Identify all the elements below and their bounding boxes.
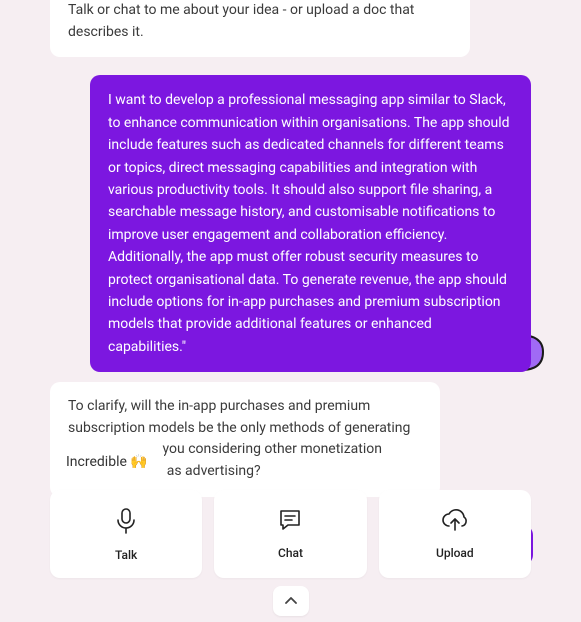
chat-icon	[278, 508, 302, 532]
reaction-text: Incredible 🙌	[66, 454, 148, 470]
assistant-message: Talk or chat to me about your idea - or …	[50, 0, 470, 57]
chevron-up-icon	[285, 593, 297, 609]
chat-button[interactable]: Chat	[214, 490, 366, 578]
action-row: Talk Chat Upload	[50, 490, 531, 578]
user-message: I want to develop a professional messagi…	[90, 75, 531, 372]
action-label: Upload	[436, 546, 474, 560]
message-text: Talk or chat to me about your idea - or …	[68, 2, 414, 40]
collapse-button[interactable]	[273, 586, 309, 616]
microphone-icon	[115, 508, 137, 534]
upload-button[interactable]: Upload	[379, 490, 531, 578]
upload-cloud-icon	[441, 508, 469, 532]
reaction-chip: Incredible 🙌	[50, 444, 164, 480]
message-text: I want to develop a professional messagi…	[108, 92, 510, 354]
input-panel: Incredible 🙌 Talk Chat	[0, 444, 581, 622]
action-label: Chat	[278, 546, 303, 560]
talk-button[interactable]: Talk	[50, 490, 202, 578]
action-label: Talk	[115, 548, 137, 562]
